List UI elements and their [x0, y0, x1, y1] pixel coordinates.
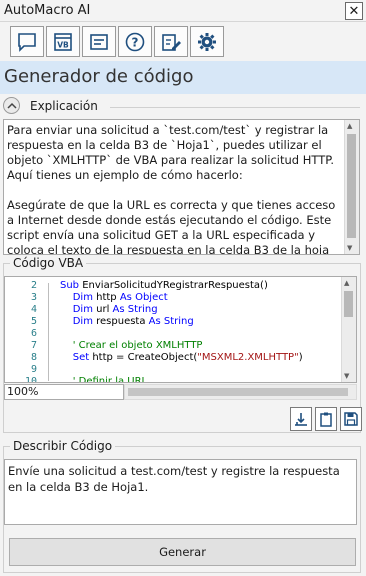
line-number: 6 — [30, 328, 37, 339]
code-token: http — [92, 292, 120, 303]
zoom-select[interactable]: 100% — [4, 384, 124, 400]
scroll-thumb[interactable] — [347, 134, 356, 238]
code-scrollbar[interactable]: ▲ ▼ — [341, 277, 356, 382]
code-line: ' Definir la URL — [60, 376, 148, 383]
code-token: http = CreateObject( — [89, 352, 198, 363]
chat-icon — [18, 32, 36, 52]
vba-icon-text: VB — [57, 40, 69, 49]
code-token: ' Definir la URL — [72, 376, 148, 383]
code-line: Dim http As Object — [60, 292, 168, 303]
vba-icon: VB — [54, 32, 72, 51]
code-token: ' Crear el objeto XMLHTTP — [72, 340, 203, 351]
edit-icon — [162, 33, 181, 51]
code-line: Dim url As String — [60, 304, 158, 315]
code-token: Dim — [72, 292, 93, 303]
help-button[interactable]: ? — [118, 26, 152, 57]
scroll-thumb[interactable] — [344, 291, 353, 317]
save-code-button[interactable] — [340, 407, 362, 431]
code-horizontal-scrollbar[interactable] — [124, 384, 357, 400]
close-button[interactable]: ✕ — [345, 2, 363, 20]
fold-line — [48, 283, 49, 381]
save-icon — [344, 412, 358, 426]
explanation-scrollbar[interactable]: ▲ ▼ — [344, 120, 359, 254]
describe-label: Describir Código — [10, 439, 116, 453]
insert-icon — [295, 413, 307, 426]
explanation-text: Para enviar una solicitud a `test.com/te… — [7, 123, 336, 255]
edit-button[interactable] — [154, 26, 188, 57]
explanation-text-area[interactable]: Para enviar una solicitud a `test.com/te… — [3, 119, 360, 255]
code-editor[interactable]: 2 3 4 5 6 7 8 9 10 Sub EnviarSolicitudYRegistrar… — [4, 276, 357, 383]
scroll-down-icon[interactable]: ▼ — [347, 244, 352, 252]
code-token: As String — [112, 304, 158, 315]
code-token: As Object — [119, 292, 168, 303]
line-number: 10 — [24, 376, 37, 383]
code-token: url — [92, 304, 113, 315]
code-label: Código VBA — [10, 256, 87, 270]
code-token: Dim — [72, 316, 93, 327]
line-number: 9 — [30, 364, 37, 375]
generate-button[interactable]: Generar — [9, 538, 356, 566]
chat-button[interactable] — [10, 26, 44, 57]
page-header: Generador de código — [0, 61, 366, 94]
code-line: ' Crear el objeto XMLHTTP — [60, 340, 203, 351]
gear-icon — [198, 32, 216, 51]
divider — [110, 107, 360, 108]
line-number: 8 — [30, 352, 37, 363]
line-number: 7 — [30, 340, 37, 351]
explanation-toggle[interactable] — [3, 97, 20, 114]
code-token: As String — [148, 316, 194, 327]
window-title: AutoMacro AI — [4, 3, 91, 18]
list-icon — [90, 33, 108, 50]
code-token: respuesta — [92, 316, 149, 327]
code-token: "MSXML2.XMLHTTP" — [197, 352, 299, 363]
line-number-gutter: 2 3 4 5 6 7 8 9 10 — [5, 277, 45, 382]
insert-code-button[interactable] — [290, 407, 312, 431]
line-number: 5 — [30, 316, 37, 327]
line-number: 4 — [30, 304, 37, 315]
scroll-up-icon[interactable]: ▲ — [344, 279, 349, 287]
code-line: Set http = CreateObject("MSXML2.XMLHTTP"… — [60, 352, 303, 363]
code-line: Dim respuesta As String — [60, 316, 194, 327]
code-token: Set — [72, 352, 90, 363]
line-number: 2 — [30, 280, 37, 291]
scroll-down-icon[interactable]: ▼ — [344, 372, 349, 380]
page-title: Generador de código — [4, 66, 194, 87]
chevron-up-icon — [6, 102, 17, 109]
code-line: Sub EnviarSolicitudYRegistrarRespuesta() — [60, 280, 268, 291]
help-icon-text: ? — [132, 35, 139, 49]
vba-button[interactable]: VB — [46, 26, 80, 57]
copy-code-button[interactable] — [315, 407, 337, 431]
explanation-label: Explicación — [30, 99, 98, 113]
scroll-thumb[interactable] — [128, 388, 348, 396]
describe-code-input[interactable]: Envíe una solicitud a test.com/test y re… — [4, 459, 357, 525]
code-token: ) — [298, 352, 303, 363]
toolbar: VB ? — [0, 24, 366, 58]
code-token: Dim — [72, 304, 93, 315]
settings-button[interactable] — [190, 26, 224, 57]
scroll-up-icon[interactable]: ▲ — [347, 122, 352, 130]
code-token: EnviarSolicitudYRegistrarRespuesta() — [79, 280, 268, 291]
line-number: 3 — [30, 292, 37, 303]
list-button[interactable] — [82, 26, 116, 57]
code-token: Sub — [60, 280, 80, 291]
help-icon: ? — [125, 32, 145, 51]
clipboard-icon — [320, 412, 332, 427]
close-icon: ✕ — [348, 3, 360, 19]
